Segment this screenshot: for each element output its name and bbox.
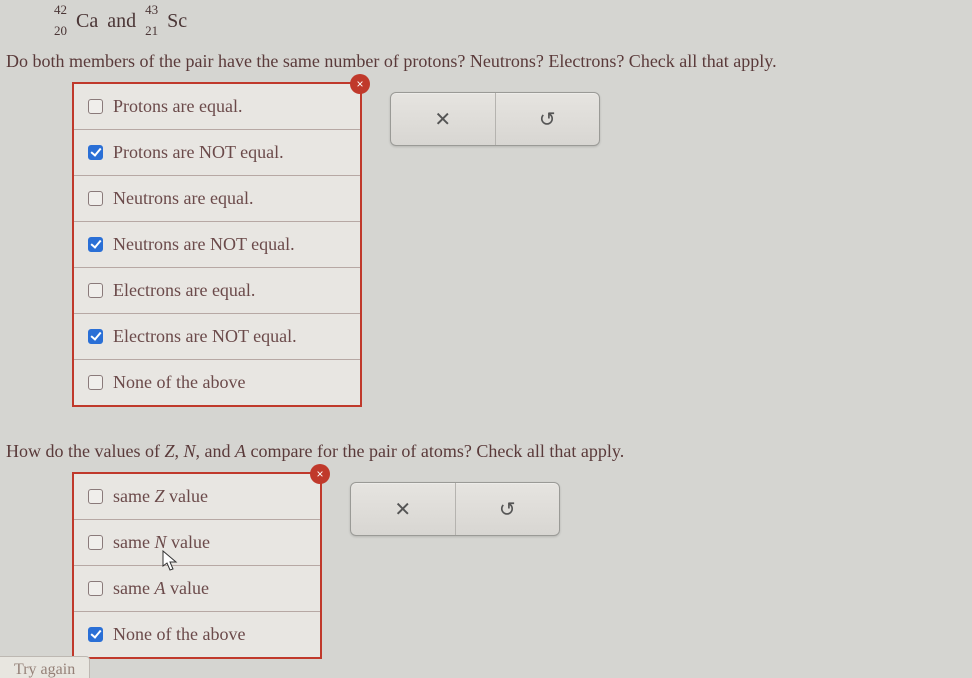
opt-prefix: same — [113, 578, 154, 598]
q2-z: Z — [164, 441, 174, 461]
option-same-z[interactable]: same Z value — [74, 474, 320, 520]
question-2-text: How do the values of Z, N, and A compare… — [0, 441, 972, 462]
checkbox[interactable] — [88, 489, 103, 504]
clear-button[interactable]: ✕ — [391, 93, 496, 145]
option-label: Electrons are equal. — [113, 280, 255, 301]
option-label: Neutrons are NOT equal. — [113, 234, 295, 255]
q2-suffix: compare for the pair of atoms? Check all… — [246, 441, 624, 461]
nuclide-pair: 42 20 Ca and 43 21 Sc — [0, 10, 972, 33]
nuclide-a-symbol: Ca — [76, 10, 98, 32]
nuclide-b-mass: 43 — [145, 2, 158, 18]
checkbox[interactable] — [88, 581, 103, 596]
incorrect-badge: × — [310, 464, 330, 484]
option-label: same Z value — [113, 486, 208, 507]
option-neutrons-not-equal[interactable]: Neutrons are NOT equal. — [74, 222, 360, 268]
reset-icon: ↺ — [499, 497, 516, 522]
opt-prefix: same — [113, 486, 154, 506]
question-2-options: × same Z value same N value same A value — [72, 472, 322, 659]
option-same-a[interactable]: same A value — [74, 566, 320, 612]
checkbox[interactable] — [88, 627, 103, 642]
reset-icon: ↺ — [539, 107, 556, 132]
opt-prefix: None of the above — [113, 624, 245, 644]
close-icon: ✕ — [394, 497, 411, 522]
option-label: Electrons are NOT equal. — [113, 326, 297, 347]
option-label: same N value — [113, 532, 210, 553]
opt-var: Z — [154, 486, 164, 506]
option-label: same A value — [113, 578, 209, 599]
option-label: Neutrons are equal. — [113, 188, 253, 209]
nuclide-b: 43 21 Sc — [145, 10, 187, 33]
option-same-n[interactable]: same N value — [74, 520, 320, 566]
option-none-above[interactable]: None of the above — [74, 360, 360, 405]
question-1-text: Do both members of the pair have the sam… — [0, 51, 972, 72]
option-label: Protons are NOT equal. — [113, 142, 284, 163]
toolbar-q2: ✕ ↺ — [350, 482, 560, 536]
checkbox[interactable] — [88, 99, 103, 114]
opt-var: N — [154, 532, 166, 552]
q2-n: N — [183, 441, 195, 461]
checkbox[interactable] — [88, 283, 103, 298]
checkbox[interactable] — [88, 145, 103, 160]
option-electrons-not-equal[interactable]: Electrons are NOT equal. — [74, 314, 360, 360]
checkbox[interactable] — [88, 375, 103, 390]
q2-c2: , and — [196, 441, 236, 461]
clear-button[interactable]: ✕ — [351, 483, 456, 535]
option-none-above-2[interactable]: None of the above — [74, 612, 320, 657]
opt-prefix: same — [113, 532, 154, 552]
nuclide-a-mass: 42 — [54, 2, 67, 18]
option-protons-not-equal[interactable]: Protons are NOT equal. — [74, 130, 360, 176]
reset-button[interactable]: ↺ — [456, 483, 560, 535]
nuclide-a: 42 20 Ca — [54, 10, 98, 33]
option-label: Protons are equal. — [113, 96, 242, 117]
nuclide-b-atomic: 21 — [145, 23, 158, 39]
checkbox[interactable] — [88, 237, 103, 252]
nuclide-a-atomic: 20 — [54, 23, 67, 39]
option-protons-equal[interactable]: Protons are equal. — [74, 84, 360, 130]
opt-var: A — [154, 578, 165, 598]
checkbox[interactable] — [88, 535, 103, 550]
q2-prefix: How do the values of — [6, 441, 164, 461]
incorrect-badge: × — [350, 74, 370, 94]
opt-suffix: value — [167, 532, 210, 552]
toolbar-q1: ✕ ↺ — [390, 92, 600, 146]
checkbox[interactable] — [88, 329, 103, 344]
q2-a: A — [235, 441, 246, 461]
nuclide-conj: and — [107, 10, 136, 32]
nuclide-b-symbol: Sc — [167, 10, 187, 32]
close-icon: ✕ — [434, 107, 451, 132]
opt-suffix: value — [165, 578, 208, 598]
question-1-options: × Protons are equal. Protons are NOT equ… — [72, 82, 362, 407]
reset-button[interactable]: ↺ — [496, 93, 600, 145]
opt-suffix: value — [165, 486, 208, 506]
try-again-button[interactable]: Try again — [0, 656, 90, 678]
checkbox[interactable] — [88, 191, 103, 206]
option-neutrons-equal[interactable]: Neutrons are equal. — [74, 176, 360, 222]
option-electrons-equal[interactable]: Electrons are equal. — [74, 268, 360, 314]
option-label: None of the above — [113, 624, 245, 645]
option-label: None of the above — [113, 372, 245, 393]
